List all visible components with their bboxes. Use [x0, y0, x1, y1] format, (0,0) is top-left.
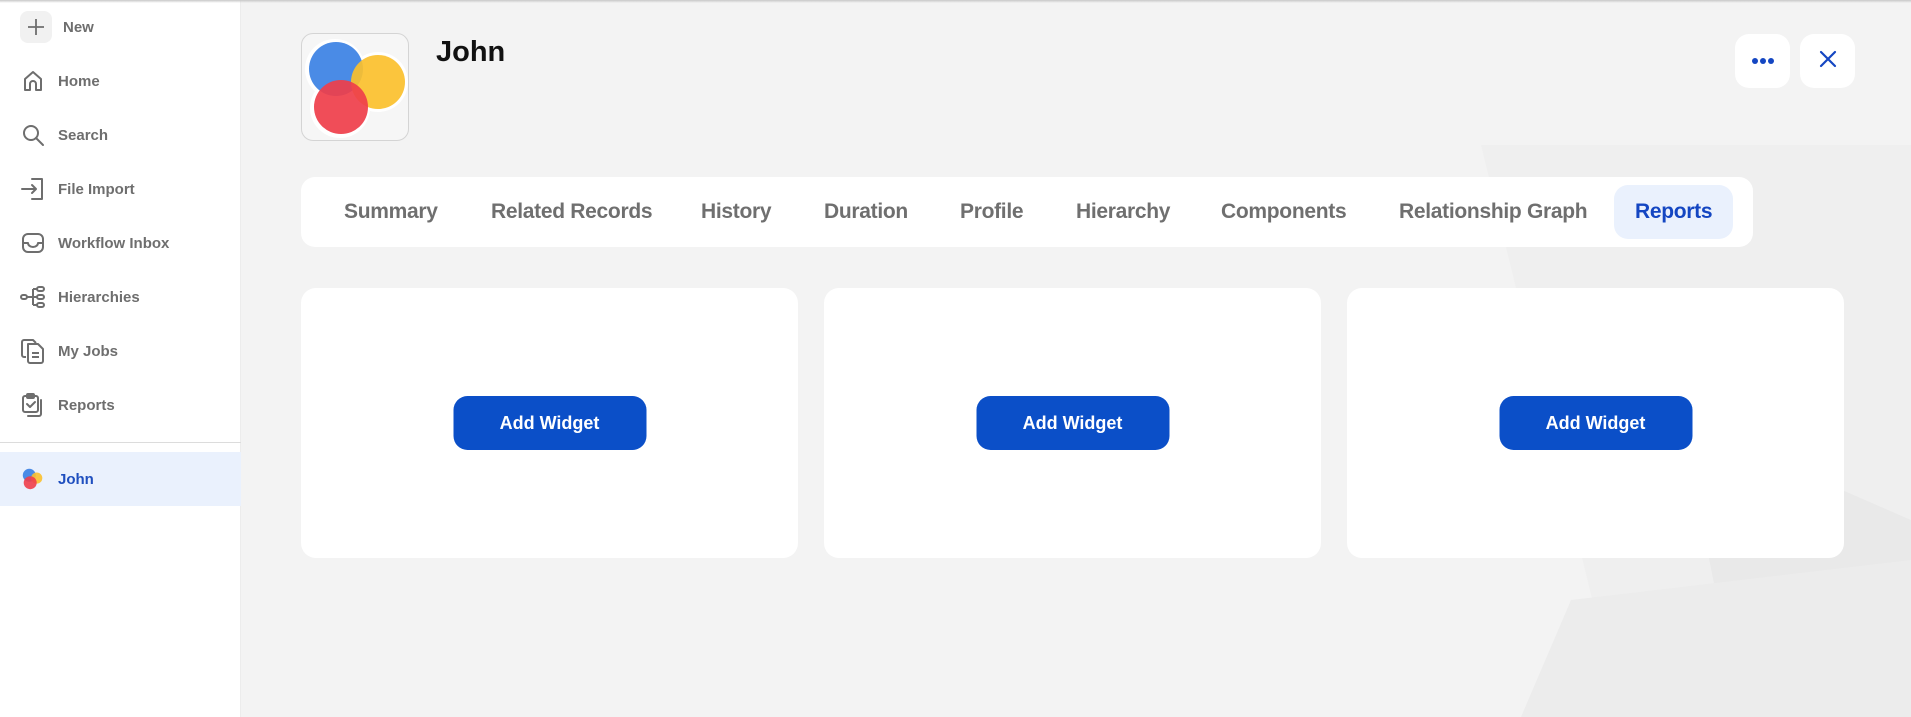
- inbox-icon: [20, 230, 46, 256]
- more-options-button[interactable]: [1735, 34, 1790, 88]
- add-widget-button[interactable]: Add Widget: [976, 396, 1169, 450]
- tab-duration[interactable]: Duration: [824, 185, 908, 239]
- sidebar-item-label: Home: [58, 72, 100, 90]
- tab-relationship-graph[interactable]: Relationship Graph: [1399, 185, 1588, 239]
- home-icon: [20, 68, 46, 94]
- add-widget-button[interactable]: Add Widget: [453, 396, 646, 450]
- sidebar-item-search[interactable]: Search: [0, 115, 241, 155]
- sidebar-item-workflow-inbox[interactable]: Workflow Inbox: [0, 223, 241, 263]
- sidebar-item-label: My Jobs: [58, 342, 119, 360]
- file-import-icon: [20, 176, 46, 202]
- sidebar-item-reports[interactable]: Reports: [0, 385, 241, 425]
- jobs-icon: [20, 338, 46, 364]
- tab-summary[interactable]: Summary: [344, 185, 438, 239]
- sidebar-item-label: Workflow Inbox: [58, 234, 170, 252]
- more-horizontal-icon: [1751, 52, 1775, 70]
- sidebar-divider: [0, 442, 241, 443]
- tab-bar: Summary Related Records History Duration…: [301, 177, 1753, 247]
- record-avatar: [301, 33, 409, 141]
- sidebar-item-label: John: [58, 470, 94, 488]
- window-top-edge: [0, 0, 1911, 3]
- tab-related-records[interactable]: Related Records: [491, 185, 653, 239]
- sidebar-new-label: New: [63, 18, 94, 36]
- tab-history[interactable]: History: [701, 185, 772, 239]
- sidebar-item-hierarchies[interactable]: Hierarchies: [0, 277, 241, 317]
- add-widget-button[interactable]: Add Widget: [1499, 396, 1692, 450]
- sidebar-item-my-jobs[interactable]: My Jobs: [0, 331, 241, 371]
- sidebar-item-label: Search: [58, 126, 109, 144]
- plus-icon: [20, 11, 52, 43]
- sidebar-item-active-record[interactable]: John: [0, 452, 241, 506]
- widget-card: Add Widget: [824, 288, 1321, 558]
- sidebar: New Home Search File Import Workflow Inb…: [0, 0, 241, 717]
- record-avatar-icon: [305, 39, 408, 138]
- sidebar-item-file-import[interactable]: File Import: [0, 169, 241, 209]
- widget-card: Add Widget: [301, 288, 798, 558]
- sidebar-new-button[interactable]: New: [0, 7, 241, 47]
- sidebar-item-home[interactable]: Home: [0, 61, 241, 101]
- sidebar-item-label: File Import: [58, 180, 135, 198]
- tab-profile[interactable]: Profile: [960, 185, 1024, 239]
- reports-icon: [20, 392, 46, 418]
- sidebar-item-label: Reports: [58, 396, 115, 414]
- page-title: John: [436, 36, 506, 68]
- tab-components[interactable]: Components: [1221, 185, 1347, 239]
- close-button[interactable]: [1800, 34, 1855, 88]
- sidebar-item-label: Hierarchies: [58, 288, 140, 306]
- tab-hierarchy[interactable]: Hierarchy: [1076, 185, 1171, 239]
- close-icon: [1819, 50, 1837, 73]
- hierarchy-icon: [20, 284, 46, 310]
- tab-reports[interactable]: Reports: [1614, 185, 1734, 239]
- search-icon: [20, 122, 46, 148]
- widget-card: Add Widget: [1347, 288, 1844, 558]
- record-avatar-icon: [20, 466, 46, 492]
